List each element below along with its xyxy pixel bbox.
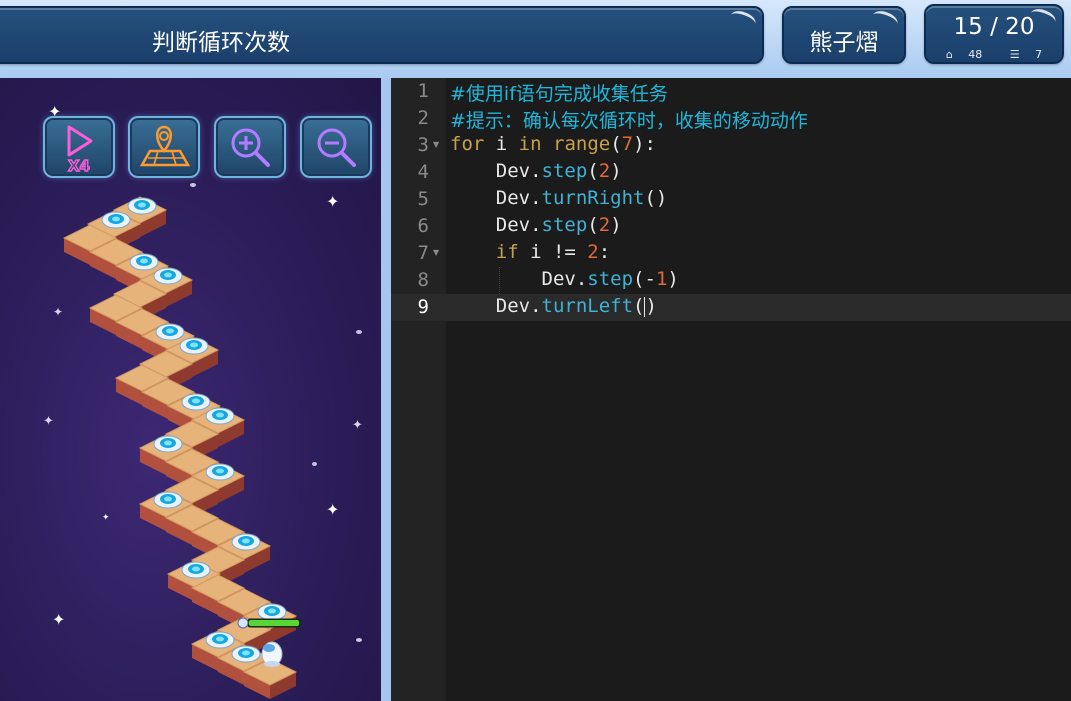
energy-capsule-icon [231, 533, 261, 551]
code-text: Dev.step(-1) [450, 268, 679, 290]
energy-capsule-icon [257, 603, 287, 621]
list-icon: ☰ [1009, 48, 1020, 61]
code-text: if i != 2: [495, 241, 611, 263]
zoom-out-icon [317, 128, 356, 167]
code-line[interactable]: 8 Dev.step(-1) [391, 267, 1071, 294]
energy-capsule-icon [205, 407, 235, 425]
blocks-stat: ⌂ 48 [940, 48, 988, 61]
energy-capsule-icon [181, 393, 211, 411]
game-view[interactable]: ✦ ✦ ✦ ✦ ✦ ✦ ✦ ✦ X4 [0, 78, 381, 701]
code-line[interactable]: 1 #使用if语句完成收集任务 [391, 78, 1071, 105]
code-line-active[interactable]: 9 Dev.turnLeft() [391, 294, 1071, 321]
panel-divider[interactable] [381, 78, 391, 701]
speed-x4-button[interactable]: X4 [43, 116, 115, 178]
text-cursor [644, 296, 646, 317]
fold-arrow-icon[interactable]: ▼ [433, 248, 439, 257]
code-line[interactable]: 3 ▼ for i in range(7): [391, 132, 1071, 159]
code-text: Dev.turnRight() [450, 187, 668, 209]
code-text: Dev.step(2) [450, 214, 622, 236]
level-title: 判断循环次数 [152, 30, 290, 56]
energy-capsule-icon [129, 253, 159, 271]
lines-stat: ☰ 7 [1004, 48, 1048, 61]
energy-capsule-icon [153, 435, 183, 453]
level-stats: ⌂ 48 ☰ 7 [926, 48, 1062, 61]
code-text: #提示：确认每次循环时，收集的移动动作 [450, 110, 808, 132]
energy-capsule-icon [231, 645, 261, 663]
svg-text:X4: X4 [68, 157, 90, 173]
health-shield-icon [237, 617, 249, 629]
line-number: 1 [417, 80, 429, 102]
code-text: Dev.step(2) [450, 160, 622, 182]
play-x4-icon: X4 [67, 125, 93, 173]
code-line[interactable]: 4 Dev.step(2) [391, 159, 1071, 186]
code-text: for i in range(7): [450, 133, 656, 155]
code-line[interactable]: 5 Dev.turnRight() [391, 186, 1071, 213]
line-number: 8 [417, 269, 429, 291]
health-bar-fill [249, 620, 299, 626]
home-icon: ⌂ [945, 48, 953, 61]
energy-capsule-icon [127, 197, 157, 215]
line-number: 5 [417, 188, 429, 210]
gloss-highlight [728, 8, 758, 31]
line-number: 9 [417, 296, 429, 318]
energy-capsule-icon [153, 491, 183, 509]
line-number: 3 [417, 134, 429, 156]
zoom-in-button[interactable] [214, 116, 286, 178]
energy-capsule-icon [179, 337, 209, 355]
code-line[interactable]: 6 Dev.step(2) [391, 213, 1071, 240]
line-number: 6 [417, 215, 429, 237]
lines-count: 7 [1035, 48, 1043, 61]
line-number: 7 [417, 242, 429, 264]
code-text: Dev.turnLeft() [450, 295, 657, 317]
level-panel[interactable]: 15 / 20 ⌂ 48 ☰ 7 [924, 4, 1064, 64]
code-text: #使用if语句完成收集任务 [450, 83, 668, 105]
zoom-out-button[interactable] [300, 116, 372, 178]
energy-capsule-icon [181, 561, 211, 579]
energy-capsule-icon [101, 211, 131, 229]
code-line[interactable]: 7 ▼ if i != 2: [391, 240, 1071, 267]
line-number: 4 [417, 161, 429, 183]
title-panel: 判断循环次数 [0, 6, 764, 64]
zoom-in-icon [231, 128, 270, 167]
user-name: 熊子熠 [809, 30, 879, 56]
top-bar: 判断循环次数 熊子熠 15 / 20 ⌂ 48 ☰ 7 [0, 0, 1071, 78]
energy-capsule-icon [153, 267, 183, 285]
code-line[interactable]: 2 #提示：确认每次循环时，收集的移动动作 [391, 105, 1071, 132]
code-editor[interactable]: 1 #使用if语句完成收集任务 2 #提示：确认每次循环时，收集的移动动作 3 … [391, 78, 1071, 701]
user-panel[interactable]: 熊子熠 [782, 6, 906, 64]
blocks-count: 48 [968, 48, 983, 61]
energy-capsule-icon [155, 323, 185, 341]
line-number: 2 [417, 107, 429, 129]
map-pin-icon [139, 125, 191, 167]
energy-capsule-icon [205, 463, 235, 481]
energy-capsule-icon [205, 631, 235, 649]
fold-arrow-icon[interactable]: ▼ [433, 140, 439, 149]
map-pin-button[interactable] [128, 116, 200, 178]
